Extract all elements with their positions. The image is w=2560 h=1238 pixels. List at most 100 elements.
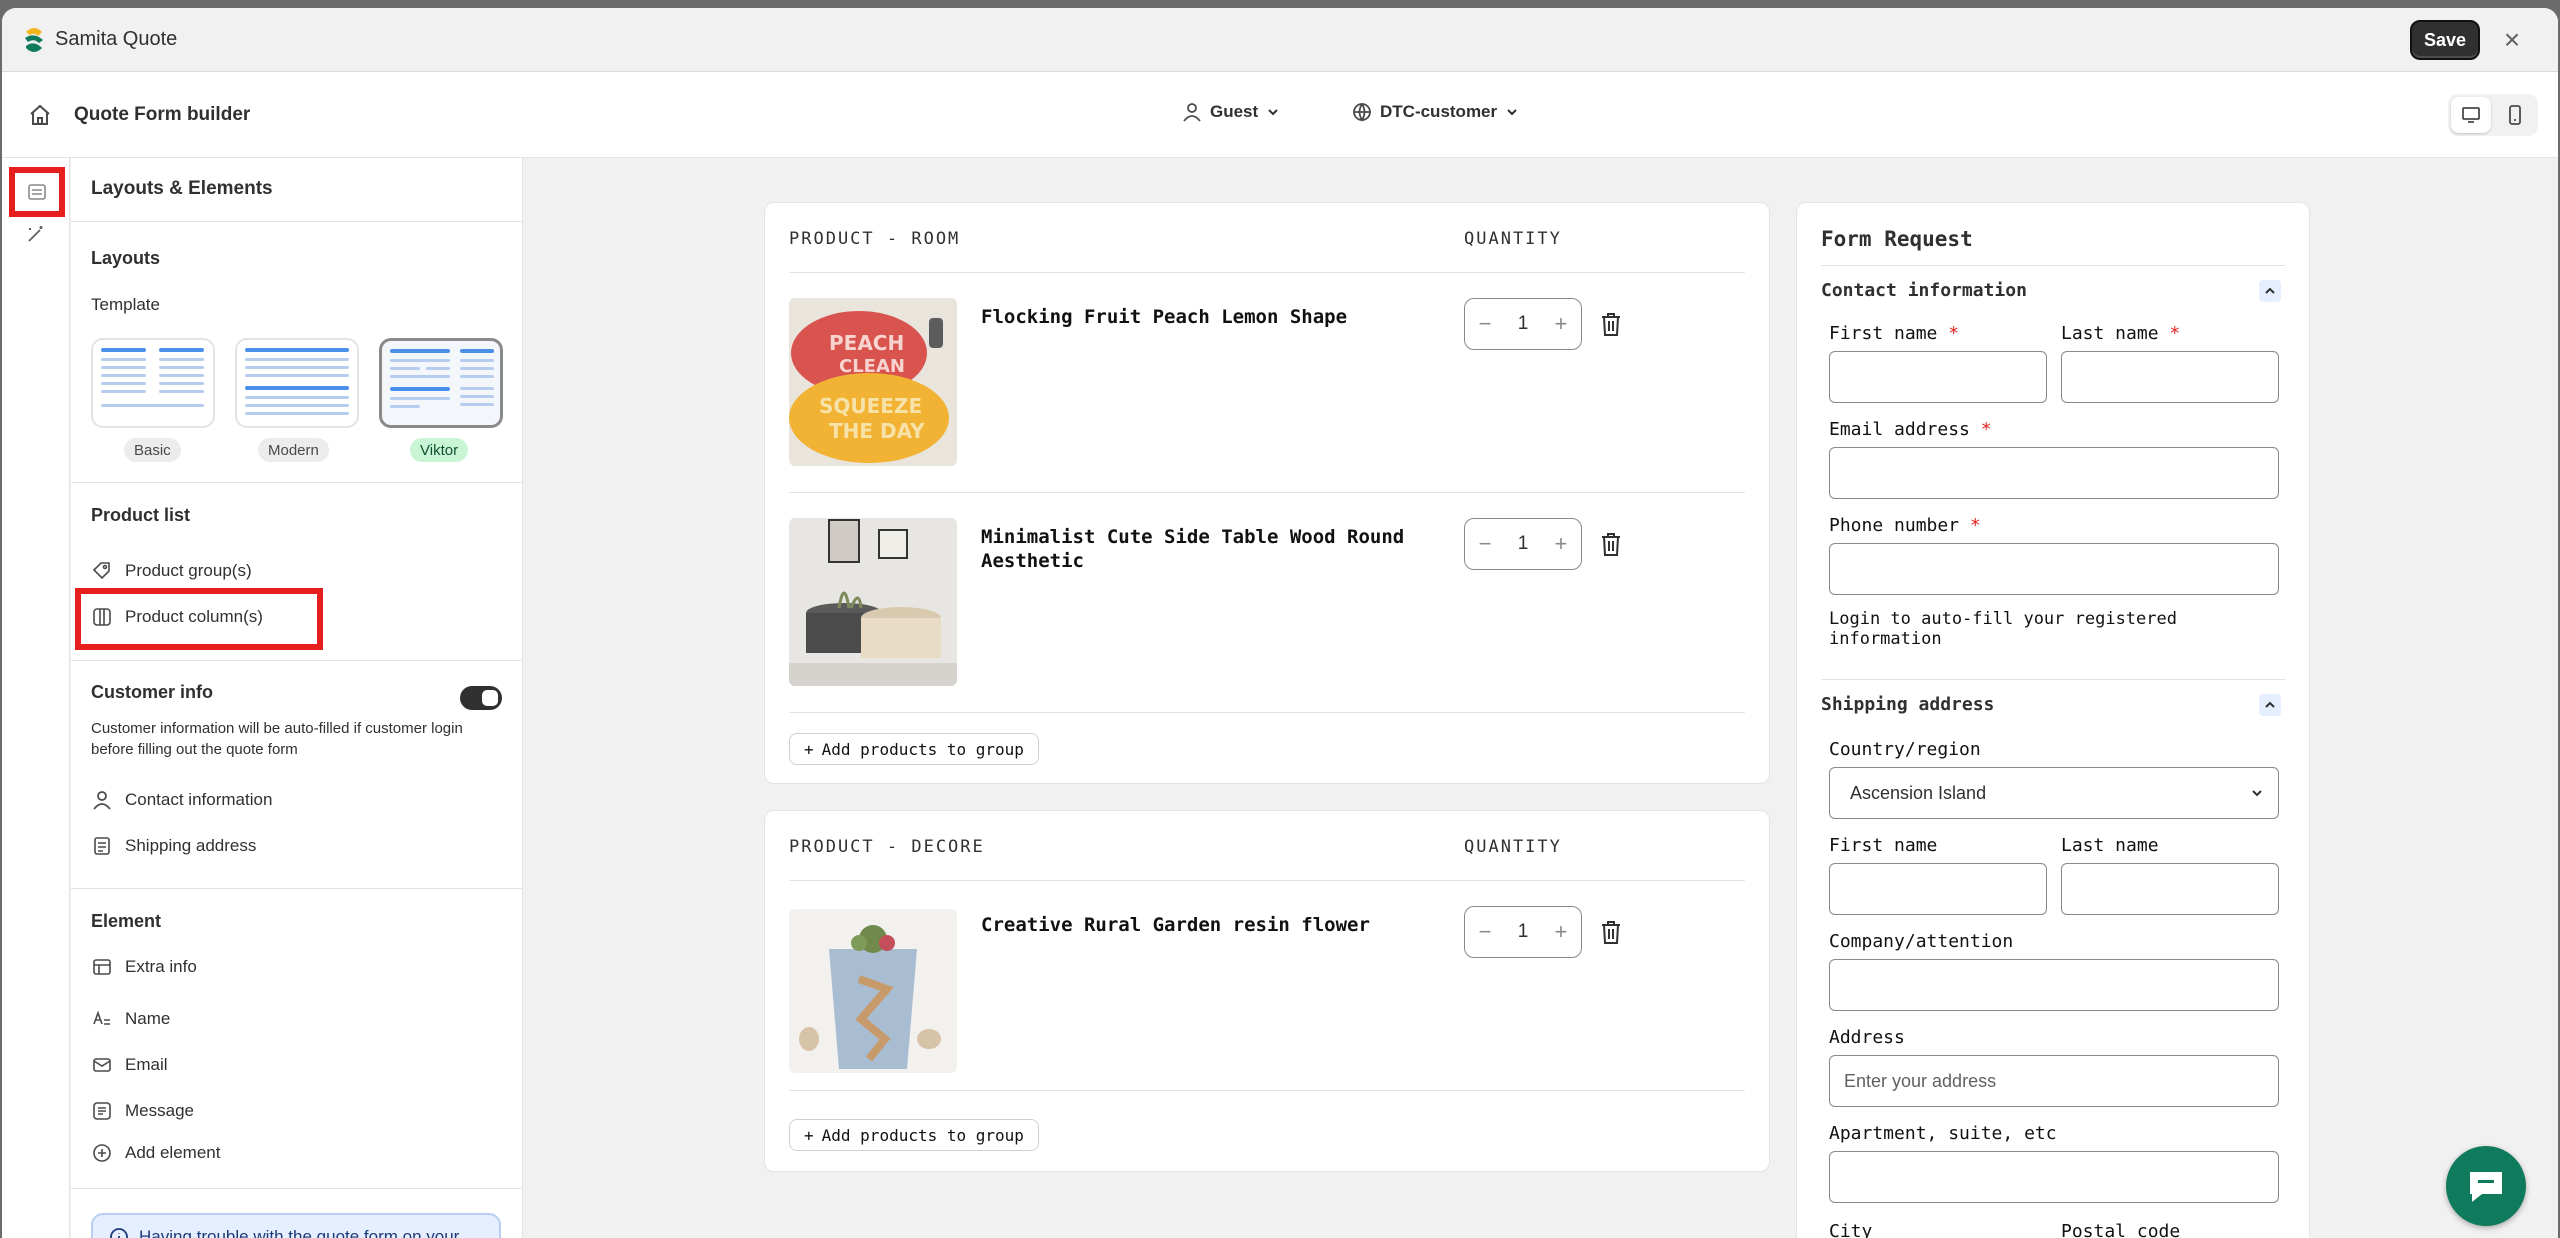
ship-first-name-label: First name [1829, 835, 1938, 856]
app-name: Samita Quote [55, 28, 178, 50]
design-tab-button[interactable] [16, 214, 56, 254]
user-icon [1183, 103, 1201, 122]
product-group-card: PRODUCT - DECORE QUANTITY Creative Rural… [764, 810, 1770, 1172]
trash-icon[interactable] [1599, 311, 1623, 337]
customer-info-toggle[interactable] [460, 686, 502, 710]
shipping-section-header[interactable]: Shipping address [1821, 679, 2285, 729]
customer-type-dropdown[interactable]: Guest [1182, 102, 1280, 122]
quantity-stepper[interactable]: − 1 + [1464, 518, 1582, 570]
form-request-card: Form Request Contact information First n… [1796, 202, 2310, 1238]
svg-text:THE DAY: THE DAY [829, 419, 925, 443]
product-groups-item[interactable]: Product group(s) [91, 560, 252, 582]
template-basic-thumbnail[interactable] [91, 338, 215, 428]
add-products-button[interactable]: + Add products to group [789, 1119, 1039, 1151]
customer-info-description: Customer information will be auto-filled… [91, 720, 463, 758]
preview-canvas: PRODUCT - ROOM QUANTITY PEACH CLEAN SQUE… [524, 158, 2558, 1238]
add-element-label: Add element [125, 1143, 221, 1162]
element-item-extra-info[interactable]: Extra info [91, 956, 197, 978]
shipping-address-item[interactable]: Shipping address [91, 835, 256, 857]
save-button[interactable]: Save [2410, 20, 2480, 60]
add-element-button[interactable]: Add element [91, 1142, 220, 1164]
divider [71, 1188, 522, 1189]
apartment-field[interactable] [1829, 1151, 2279, 1203]
ship-first-name-field[interactable] [1829, 863, 2047, 915]
decrease-button[interactable]: − [1475, 311, 1495, 337]
element-item-email[interactable]: Email [91, 1054, 168, 1076]
address-placeholder: Enter your address [1844, 1070, 1997, 1091]
increase-button[interactable]: + [1551, 919, 1571, 945]
divider [71, 482, 522, 483]
decrease-button[interactable]: − [1475, 919, 1495, 945]
trash-icon[interactable] [1599, 919, 1623, 945]
element-label: Extra info [125, 957, 197, 976]
template-modern-thumbnail[interactable] [235, 338, 359, 428]
template-label: Template [91, 295, 160, 314]
left-rail [2, 158, 70, 1238]
country-label: Country/region [1829, 739, 1981, 760]
product-row: Minimalist Cute Side Table Wood Round Ae… [789, 493, 1745, 713]
quantity-header: QUANTITY [1464, 229, 1562, 249]
decrease-button[interactable]: − [1475, 531, 1495, 557]
company-label: Company/attention [1829, 931, 2014, 952]
ship-last-name-label: Last name [2061, 835, 2159, 856]
shipping-section-title: Shipping address [1821, 694, 1995, 715]
first-name-field[interactable] [1829, 351, 2047, 403]
product-groups-label: Product group(s) [125, 561, 252, 580]
country-select[interactable]: Ascension Island [1829, 767, 2279, 819]
element-item-name[interactable]: Name [91, 1008, 170, 1030]
increase-button[interactable]: + [1551, 311, 1571, 337]
ship-last-name-field[interactable] [2061, 863, 2279, 915]
company-field[interactable] [1829, 959, 2279, 1011]
product-name: Creative Rural Garden resin flower [981, 914, 1370, 936]
user-icon [93, 791, 111, 810]
add-products-label: Add products to group [821, 739, 1024, 759]
home-icon[interactable] [28, 103, 52, 127]
chevron-up-icon[interactable] [2259, 280, 2281, 302]
tag-icon [92, 562, 110, 580]
trash-icon[interactable] [1599, 531, 1623, 557]
apartment-label: Apartment, suite, etc [1829, 1123, 2057, 1144]
increase-button[interactable]: + [1551, 531, 1571, 557]
product-row: Creative Rural Garden resin flower − 1 + [789, 881, 1745, 1091]
market-dropdown[interactable]: DTC-customer [1352, 102, 1519, 122]
quantity-value: 1 [1517, 313, 1529, 334]
quantity-stepper[interactable]: − 1 + [1464, 906, 1582, 958]
country-value: Ascension Island [1850, 782, 1987, 803]
sidebar-title: Layouts & Elements [91, 178, 273, 199]
contact-information-item[interactable]: Contact information [91, 789, 272, 811]
add-products-button[interactable]: + Add products to group [789, 733, 1039, 765]
product-group-card: PRODUCT - ROOM QUANTITY PEACH CLEAN SQUE… [764, 202, 1770, 784]
layouts-tab-button[interactable] [9, 167, 65, 217]
desktop-view-button[interactable] [2451, 97, 2491, 133]
template-basic-label: Basic [124, 438, 181, 462]
product-name: Minimalist Cute Side Table Wood Round Ae… [981, 526, 1405, 572]
chevron-up-icon[interactable] [2259, 694, 2281, 716]
element-heading: Element [91, 911, 162, 931]
product-image [789, 909, 957, 1073]
template-viktor-label: Viktor [410, 438, 469, 462]
element-item-message[interactable]: Message [91, 1100, 194, 1122]
quantity-stepper[interactable]: − 1 + [1464, 298, 1582, 350]
city-label: City [1829, 1221, 1873, 1238]
template-viktor-thumbnail[interactable] [379, 338, 503, 428]
element-label: Name [125, 1009, 171, 1028]
chat-icon [2470, 1172, 2502, 1202]
help-banner: Having trouble with the quote form on yo… [91, 1213, 501, 1238]
phone-field[interactable] [1829, 543, 2279, 595]
builder-header: Quote Form builder Guest DTC-customer [2, 72, 2558, 158]
last-name-field[interactable] [2061, 351, 2279, 403]
globe-icon [1353, 103, 1371, 122]
close-icon[interactable]: × [2498, 26, 2526, 54]
address-field[interactable]: Enter your address [1829, 1055, 2279, 1107]
chat-button[interactable] [2446, 1146, 2526, 1226]
email-label: Email address * [1829, 419, 1992, 440]
magic-wand-icon [28, 226, 43, 242]
email-field[interactable] [1829, 447, 2279, 499]
contact-section-header[interactable]: Contact information [1821, 265, 2285, 315]
postal-code-label: Postal code [2061, 1221, 2181, 1238]
customer-info-heading: Customer info [91, 682, 214, 702]
title-bar: Samita Quote Save × [2, 8, 2558, 72]
text-icon [93, 1010, 110, 1025]
samita-logo-icon [25, 28, 43, 52]
mobile-view-button[interactable] [2495, 97, 2535, 133]
